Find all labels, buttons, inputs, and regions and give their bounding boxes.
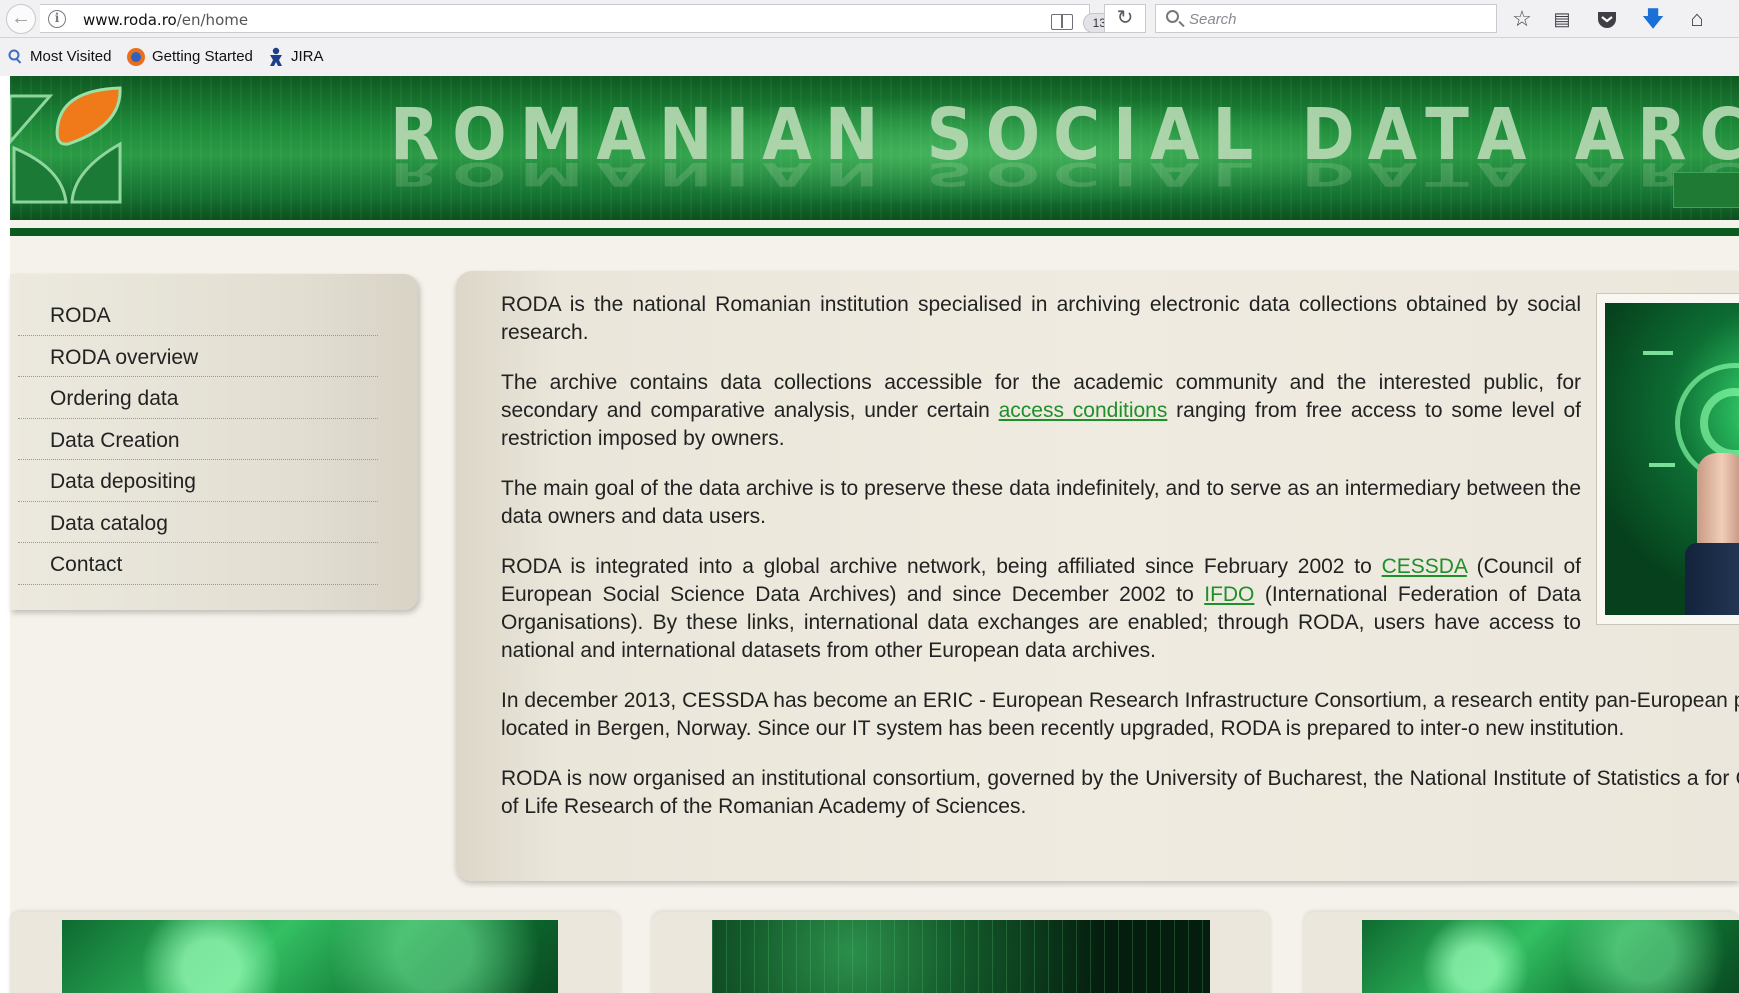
archive-paragraph: The archive contains data collections ac… [501, 371, 1582, 450]
feature-card-3[interactable] [1304, 912, 1739, 993]
light-line-2 [1649, 463, 1675, 467]
roda-logo-icon[interactable] [10, 82, 130, 212]
bookmark-jira[interactable]: JIRA [267, 47, 324, 67]
download-icon[interactable]: 🡇 [1636, 3, 1670, 35]
reader-view-icon[interactable] [1051, 14, 1073, 30]
nav-item-data-creation[interactable]: Data Creation [18, 419, 378, 460]
header-search-tab[interactable] [1673, 172, 1739, 208]
side-image-frame [1596, 293, 1739, 625]
back-arrow-icon[interactable]: ← [6, 4, 36, 34]
technology-hand-image [1605, 303, 1739, 615]
card-image-hexagons-2 [1362, 920, 1739, 993]
eric-paragraph: In december 2013, CESSDA has become an E… [501, 689, 1739, 740]
card-image-hexagons [62, 920, 558, 993]
feature-card-1[interactable] [10, 912, 620, 993]
site-title-reflection: ROMANIAN SOCIAL DATA ARCHIVE [390, 155, 1739, 192]
info-icon[interactable]: i [48, 10, 66, 28]
access-conditions-link[interactable]: access conditions [999, 399, 1168, 422]
bookmark-star-icon[interactable]: ☆ [1505, 3, 1539, 35]
sidebar-nav: RODA RODA overview Ordering data Data Cr… [10, 274, 418, 610]
jira-icon [270, 47, 282, 67]
consortium-paragraph: RODA is now organised an institutional c… [501, 767, 1739, 818]
browser-toolbar: ← i www.roda.ro/en/home 130% ↻ Search ☆ … [0, 0, 1739, 38]
nav-item-contact[interactable]: Contact [18, 543, 378, 585]
bookmark-most-visited[interactable]: Most Visited [8, 47, 111, 67]
bookmarks-list-icon[interactable]: ▤ [1545, 3, 1579, 35]
feature-card-2[interactable] [652, 912, 1270, 993]
nav-item-data-catalog[interactable]: Data catalog [18, 502, 378, 543]
nav-item-ordering-data[interactable]: Ordering data [18, 377, 378, 419]
bookmark-getting-started[interactable]: Getting Started [126, 47, 253, 67]
firefox-icon [127, 48, 145, 67]
content-text: RODA is the national Romanian institutio… [501, 291, 1739, 843]
ifdo-link[interactable]: IFDO [1204, 583, 1254, 606]
home-icon[interactable]: ⌂ [1680, 3, 1714, 35]
nav-list: RODA RODA overview Ordering data Data Cr… [18, 294, 378, 585]
reload-icon[interactable]: ↻ [1104, 4, 1146, 33]
address-bar[interactable]: i www.roda.ro/en/home 130% [40, 4, 1133, 33]
light-line [1643, 351, 1673, 355]
cessda-link[interactable]: CESSDA [1382, 555, 1467, 578]
network-paragraph: RODA is integrated into a global archive… [501, 555, 1581, 662]
sleeve-shape [1685, 543, 1739, 615]
goal-paragraph: The main goal of the data archive is to … [501, 477, 1581, 528]
intro-paragraph: RODA is the national Romanian institutio… [501, 293, 1581, 344]
card-image-globe [712, 920, 1210, 993]
bookmark-folder-icon [8, 49, 22, 64]
nav-item-data-depositing[interactable]: Data depositing [18, 460, 378, 502]
content-clip: RODA is the national Romanian institutio… [456, 271, 1739, 881]
header-divider-bar [10, 228, 1739, 236]
site-header-banner: ROMANIAN SOCIAL DATA ARCHIVE ROMANIAN SO… [10, 76, 1739, 220]
search-icon [1166, 10, 1179, 23]
url-text[interactable]: www.roda.ro/en/home [83, 11, 248, 29]
pocket-icon[interactable] [1590, 3, 1624, 35]
search-placeholder: Search [1189, 11, 1237, 28]
bookmarks-toolbar: Most Visited Getting Started JIRA [0, 38, 1739, 76]
nav-item-roda-overview[interactable]: RODA overview [18, 336, 378, 377]
nav-item-roda[interactable]: RODA [18, 294, 378, 336]
header-gap [10, 220, 1739, 228]
search-input[interactable]: Search [1155, 4, 1497, 33]
main-content-panel: RODA is the national Romanian institutio… [456, 271, 1739, 881]
page-body: RODA RODA overview Ordering data Data Cr… [10, 236, 1739, 993]
